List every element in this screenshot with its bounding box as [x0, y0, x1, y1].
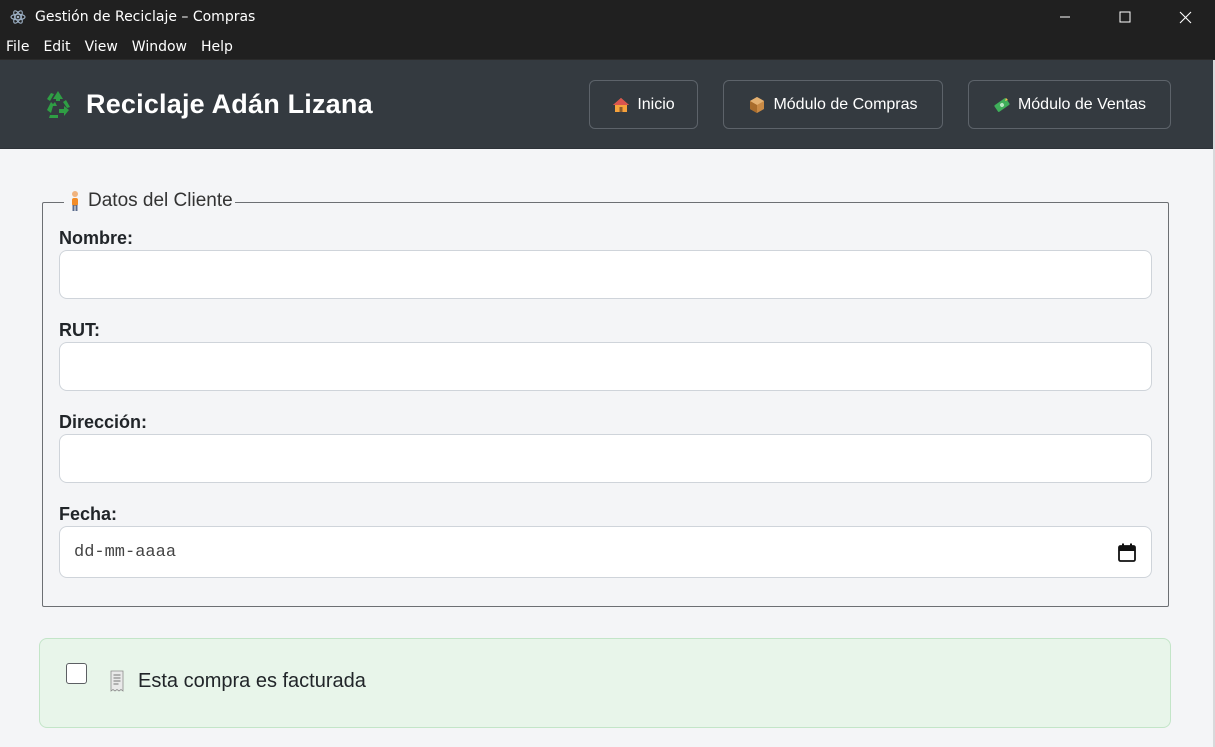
- direccion-label: Dirección:: [59, 412, 148, 432]
- maximize-button[interactable]: [1095, 0, 1155, 34]
- menu-edit[interactable]: Edit: [36, 34, 77, 60]
- app-header: Reciclaje Adán Lizana Inicio Módulo de C…: [0, 60, 1215, 149]
- nav-ventas-button[interactable]: Módulo de Ventas: [968, 80, 1171, 129]
- nombre-input[interactable]: [59, 250, 1152, 299]
- package-icon: [748, 96, 766, 114]
- close-icon: [1179, 11, 1191, 23]
- menubar: File Edit View Window Help: [0, 34, 1215, 60]
- rut-label: RUT:: [59, 320, 100, 340]
- invoice-label: Esta compra es facturada: [138, 670, 366, 692]
- brand: Reciclaje Adán Lizana: [42, 88, 373, 120]
- brand-title: Reciclaje Adán Lizana: [86, 88, 373, 119]
- fecha-placeholder: dd-mm-aaaa: [74, 542, 177, 562]
- person-icon: [72, 191, 78, 211]
- receipt-icon: [110, 670, 124, 692]
- fecha-date-input[interactable]: dd-mm-aaaa: [59, 526, 1152, 578]
- nav-inicio-label: Inicio: [637, 95, 675, 113]
- menu-view[interactable]: View: [78, 34, 125, 60]
- minimize-button[interactable]: [1035, 0, 1095, 34]
- house-icon: [612, 96, 630, 114]
- electron-app-icon: [10, 9, 26, 25]
- nav-inicio-button[interactable]: Inicio: [589, 80, 698, 129]
- menu-file[interactable]: File: [0, 34, 36, 60]
- maximize-icon: [1119, 11, 1131, 23]
- nav-compras-button[interactable]: Módulo de Compras: [723, 80, 943, 129]
- calendar-icon[interactable]: [1118, 543, 1136, 562]
- menu-window[interactable]: Window: [125, 34, 194, 60]
- client-legend: Datos del Cliente: [64, 190, 235, 212]
- nombre-label: Nombre:: [59, 228, 134, 248]
- menu-help[interactable]: Help: [194, 34, 240, 60]
- window-title: Gestión de Reciclaje – Compras: [35, 9, 256, 25]
- direccion-input[interactable]: [59, 434, 1152, 483]
- nav-compras-label: Módulo de Compras: [773, 95, 918, 113]
- minimize-icon: [1060, 16, 1070, 18]
- client-legend-text: Datos del Cliente: [88, 190, 233, 211]
- window-titlebar: Gestión de Reciclaje – Compras: [0, 0, 1215, 34]
- nav-ventas-label: Módulo de Ventas: [1017, 95, 1147, 113]
- close-button[interactable]: [1155, 0, 1215, 34]
- fecha-label: Fecha:: [59, 504, 118, 524]
- invoice-checkbox[interactable]: [66, 663, 87, 684]
- rut-input[interactable]: [59, 342, 1152, 391]
- money-icon: [993, 96, 1011, 114]
- recycle-icon: [47, 91, 70, 118]
